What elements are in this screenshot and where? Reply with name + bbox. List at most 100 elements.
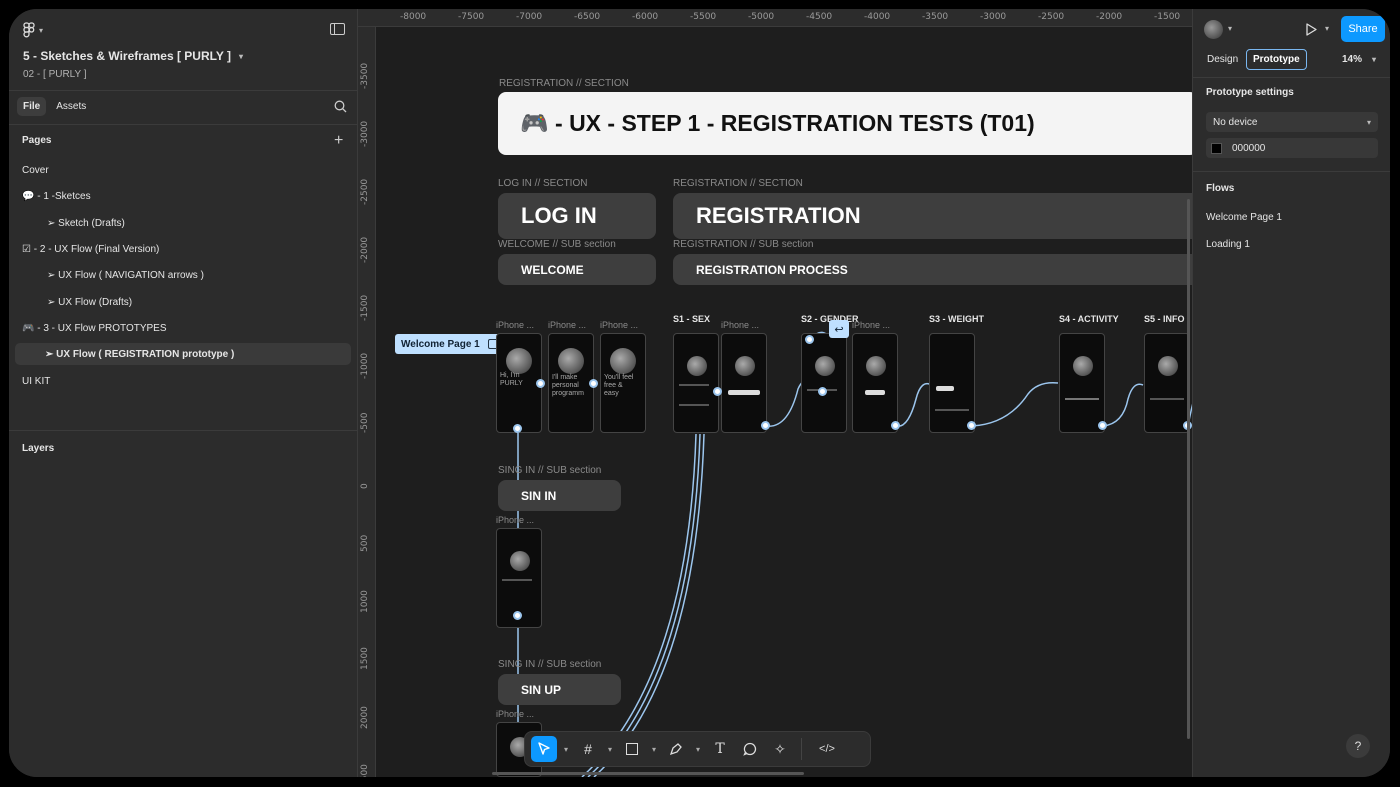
file-title-text: 5 - Sketches & Wireframes [ PURLY ]: [23, 49, 231, 63]
connector-handle[interactable]: [589, 379, 598, 388]
dev-mode-icon[interactable]: </>: [810, 736, 844, 762]
moon-image: [735, 356, 755, 376]
chevron-down-icon[interactable]: ▾: [1325, 24, 1329, 33]
page-item-sketch-drafts[interactable]: ➢ Sketch (Drafts): [15, 212, 351, 234]
page-item-cover[interactable]: Cover: [15, 159, 351, 181]
moon-image: [610, 348, 636, 374]
phone-frame[interactable]: You'll feel free & easy: [600, 333, 646, 433]
color-hex[interactable]: 000000: [1232, 143, 1265, 154]
chevron-down-icon: ▾: [1366, 117, 1371, 127]
tab-design[interactable]: Design: [1201, 49, 1244, 70]
ai-tool-icon[interactable]: ✧: [767, 736, 793, 762]
phone-frame[interactable]: [721, 333, 767, 433]
chevron-down-icon[interactable]: ▾: [693, 736, 703, 762]
tab-file[interactable]: File: [17, 97, 47, 116]
pages-header: Pages: [22, 135, 52, 146]
share-button[interactable]: Share: [1341, 16, 1385, 42]
canvas[interactable]: -8000 -7500 -7000 -6500 -6000 -5500 -500…: [358, 9, 1192, 777]
frame-tool-icon[interactable]: #: [575, 736, 601, 762]
help-button[interactable]: ?: [1346, 734, 1370, 758]
scrollbar-horizontal[interactable]: [492, 772, 804, 775]
phone-frame[interactable]: [801, 333, 847, 433]
moon-image: [558, 348, 584, 374]
phone-frame[interactable]: [852, 333, 898, 433]
page-label: 💬 - 1 -Sketces: [22, 190, 91, 202]
chevron-down-icon[interactable]: ▾: [1228, 24, 1232, 33]
connector-handle[interactable]: [513, 611, 522, 620]
page-label: Cover: [22, 164, 49, 176]
connector-handle[interactable]: [536, 379, 545, 388]
moon-image: [506, 348, 532, 374]
avatar[interactable]: [1204, 20, 1223, 39]
text-line: [1150, 398, 1184, 400]
main-menu-button[interactable]: ▾: [23, 22, 43, 38]
flow-item[interactable]: Loading 1: [1206, 239, 1250, 250]
color-swatch[interactable]: [1211, 142, 1222, 154]
signin-section[interactable]: SIN IN: [498, 480, 621, 511]
tab-assets[interactable]: Assets: [52, 97, 90, 116]
page-label: ➢ UX Flow ( REGISTRATION prototype ): [45, 348, 235, 360]
phone-frame[interactable]: [929, 333, 975, 433]
signup-section[interactable]: SIN UP: [498, 674, 621, 705]
phone-text: You'll feel free & easy: [604, 374, 634, 397]
divider: [9, 430, 358, 431]
scrollbar-vertical[interactable]: [1187, 199, 1190, 739]
frame-title: iPhone ...: [548, 320, 587, 330]
chevron-down-icon: ▾: [1372, 55, 1377, 64]
divider: [1193, 171, 1390, 172]
page-item-ux-flow-final[interactable]: ☑ - 2 - UX Flow (Final Version): [15, 238, 351, 260]
page-item-ui-kit[interactable]: UI KIT: [15, 370, 351, 392]
connector-handle[interactable]: [761, 421, 770, 430]
pen-tool-icon[interactable]: [663, 736, 689, 762]
page-item-prototypes[interactable]: 🎮 - 3 - UX Flow PROTOTYPES: [15, 317, 351, 339]
flow-start-tag[interactable]: Welcome Page 1: [395, 334, 504, 354]
connector-handle[interactable]: [818, 387, 827, 396]
right-panel: ▾ ▾ Share Design Prototype 14% ▾ Prototy…: [1192, 9, 1390, 777]
project-name[interactable]: 02 - [ PURLY ]: [23, 69, 87, 80]
phone-frame[interactable]: [673, 333, 719, 433]
divider: [1193, 77, 1390, 78]
flows-header: Flows: [1206, 183, 1235, 194]
tab-prototype[interactable]: Prototype: [1246, 49, 1307, 70]
present-play-icon[interactable]: [1305, 23, 1317, 36]
search-icon[interactable]: [334, 100, 347, 113]
page-item-ux-flow-drafts[interactable]: ➢ UX Flow (Drafts): [15, 291, 351, 313]
frame-title: iPhone ...: [496, 320, 535, 330]
chevron-down-icon[interactable]: ▾: [561, 736, 571, 762]
back-action-icon[interactable]: ↩: [829, 320, 849, 338]
text-tool-icon[interactable]: T: [707, 736, 733, 762]
zoom-control[interactable]: 14% ▾: [1342, 54, 1376, 65]
move-tool-icon[interactable]: [531, 736, 557, 762]
text-line: [502, 579, 532, 581]
connector-handle[interactable]: [1098, 421, 1107, 430]
connector-handle[interactable]: [713, 387, 722, 396]
connector-handle[interactable]: [891, 421, 900, 430]
connector-handle[interactable]: [967, 421, 976, 430]
phone-frame[interactable]: [1144, 333, 1190, 433]
page-label: 🎮 - 3 - UX Flow PROTOTYPES: [22, 322, 167, 334]
page-item-ux-flow-nav[interactable]: ➢ UX Flow ( NAVIGATION arrows ): [15, 264, 351, 286]
page-item-sketches[interactable]: 💬 - 1 -Sketces: [15, 185, 351, 207]
page-label: UI KIT: [22, 375, 51, 387]
phone-frame[interactable]: [1059, 333, 1105, 433]
flow-tag-label: Welcome Page 1: [401, 338, 480, 350]
shape-tool-icon[interactable]: [619, 736, 645, 762]
frame-title: iPhone ...: [496, 709, 535, 719]
device-value: No device: [1213, 116, 1258, 128]
page-item-registration-prototype[interactable]: ➢ UX Flow ( REGISTRATION prototype ): [15, 343, 351, 365]
chevron-down-icon[interactable]: ▾: [605, 736, 615, 762]
phone-frame[interactable]: I'll make personal programm: [548, 333, 594, 433]
divider: [9, 90, 358, 91]
add-page-icon[interactable]: +: [334, 133, 343, 149]
connector-handle[interactable]: [513, 424, 522, 433]
page-label: ☑ - 2 - UX Flow (Final Version): [22, 243, 160, 255]
flow-item[interactable]: Welcome Page 1: [1206, 212, 1282, 223]
device-select[interactable]: No device ▾: [1206, 112, 1378, 132]
file-title[interactable]: 5 - Sketches & Wireframes [ PURLY ] ▾: [23, 49, 243, 63]
comment-tool-icon[interactable]: [737, 736, 763, 762]
toggle-sidebar-icon[interactable]: [330, 23, 345, 35]
connector-handle[interactable]: [805, 335, 814, 344]
background-color-field[interactable]: 000000: [1206, 138, 1378, 158]
chevron-down-icon[interactable]: ▾: [649, 736, 659, 762]
phone-text: I'll make personal programm: [552, 374, 584, 397]
